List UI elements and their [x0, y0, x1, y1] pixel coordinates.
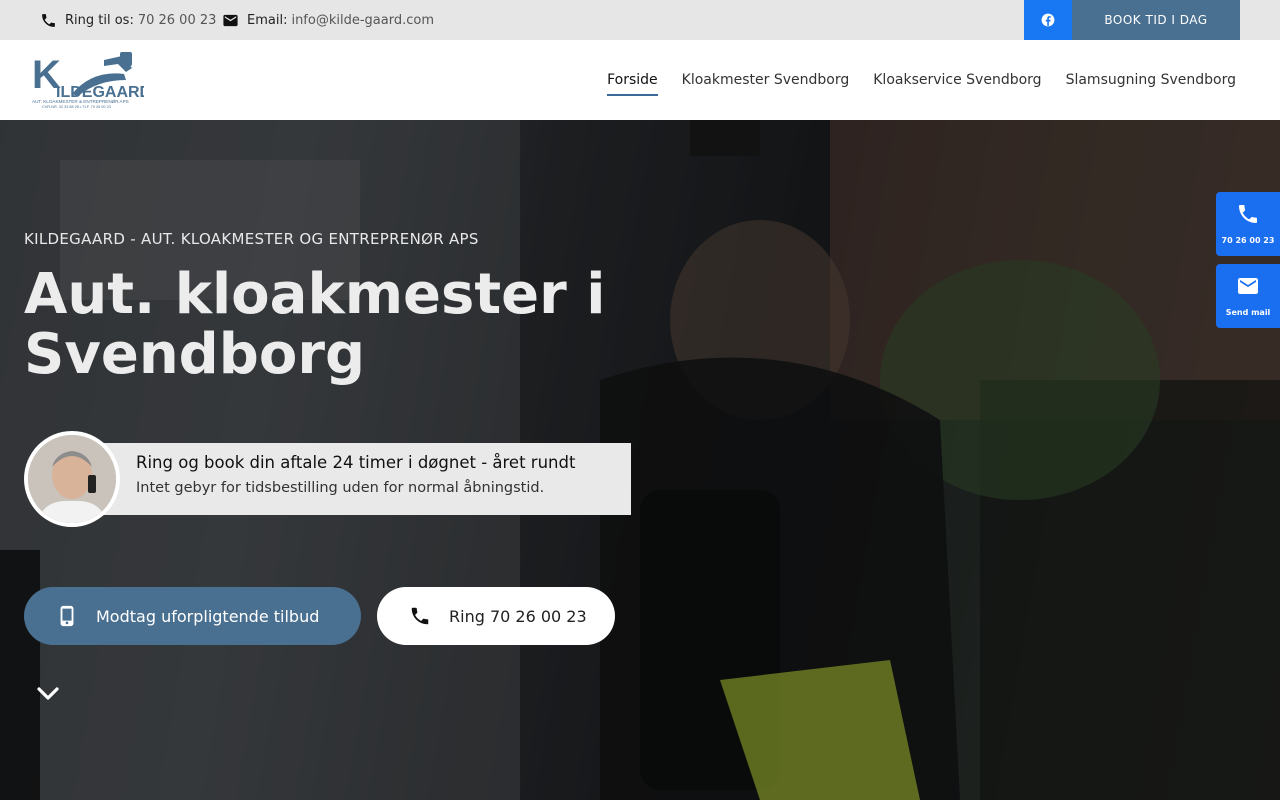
side-call-label: 70 26 00 23	[1221, 236, 1275, 245]
logo-tagline: AUT. KLOAKMESTER & ENTREPRENØR APS	[32, 99, 129, 104]
top-bar: Ring til os: 70 26 00 23 Email: info@kil…	[0, 0, 1280, 40]
side-mail-label: Send mail	[1225, 308, 1271, 317]
hero-section: KILDEGAARD - AUT. KLOAKMESTER OG ENTREPR…	[0, 120, 1280, 800]
email-label: Email:	[247, 12, 288, 28]
get-quote-label: Modtag uforpligtende tilbud	[96, 606, 320, 626]
side-call-button[interactable]: 70 26 00 23	[1216, 192, 1280, 256]
phone-icon	[1239, 205, 1257, 223]
avatar	[24, 431, 120, 527]
facebook-icon	[1041, 13, 1055, 27]
phone-label: Ring til os:	[65, 12, 134, 28]
booking-info-box: Ring og book din aftale 24 timer i døgne…	[100, 443, 631, 515]
side-mail-button[interactable]: Send mail	[1216, 264, 1280, 328]
get-quote-button[interactable]: Modtag uforpligtende tilbud	[24, 587, 361, 645]
mail-icon	[1238, 278, 1258, 294]
topbar-email[interactable]: Email: info@kilde-gaard.com	[222, 0, 434, 40]
chevron-down-icon[interactable]	[36, 682, 60, 706]
facebook-button[interactable]	[1024, 0, 1072, 40]
nav-item-slamsugning[interactable]: Slamsugning Svendborg	[1066, 64, 1236, 96]
booking-info-heading: Ring og book din aftale 24 timer i døgne…	[136, 453, 576, 472]
hero-title: Aut. kloakmester i Svendborg	[24, 262, 606, 387]
email-value[interactable]: info@kilde-gaard.com	[291, 13, 434, 28]
hero-eyebrow: KILDEGAARD - AUT. KLOAKMESTER OG ENTREPR…	[24, 230, 479, 248]
mail-icon	[223, 14, 238, 26]
nav-item-kloakmester[interactable]: Kloakmester Svendborg	[682, 64, 850, 96]
phone-icon	[42, 13, 55, 27]
nav-item-forside[interactable]: Forside	[607, 64, 658, 96]
phone-value[interactable]: 70 26 00 23	[138, 13, 217, 28]
man-on-phone-photo	[28, 435, 116, 523]
nav-item-kloakservice[interactable]: Kloakservice Svendborg	[873, 64, 1041, 96]
book-appointment-button[interactable]: BOOK TID I DAG	[1072, 0, 1240, 40]
smartphone-icon	[60, 605, 74, 627]
logo-subline: CVR-NR. 32 33 88 28 • TLF. 70 26 00 23	[42, 105, 111, 109]
call-button[interactable]: Ring 70 26 00 23	[377, 587, 615, 645]
topbar-phone[interactable]: Ring til os: 70 26 00 23	[40, 0, 216, 40]
main-nav: Forside Kloakmester Svendborg Kloakservi…	[607, 40, 1236, 120]
booking-info-text: Intet gebyr for tidsbestilling uden for …	[136, 480, 545, 496]
call-label: Ring 70 26 00 23	[449, 606, 587, 626]
phone-icon	[411, 607, 429, 625]
company-logo[interactable]: K ILDEGAARD AUT. KLOAKMESTER & ENTREPREN…	[32, 50, 151, 112]
site-header: K ILDEGAARD AUT. KLOAKMESTER & ENTREPREN…	[0, 40, 1280, 120]
